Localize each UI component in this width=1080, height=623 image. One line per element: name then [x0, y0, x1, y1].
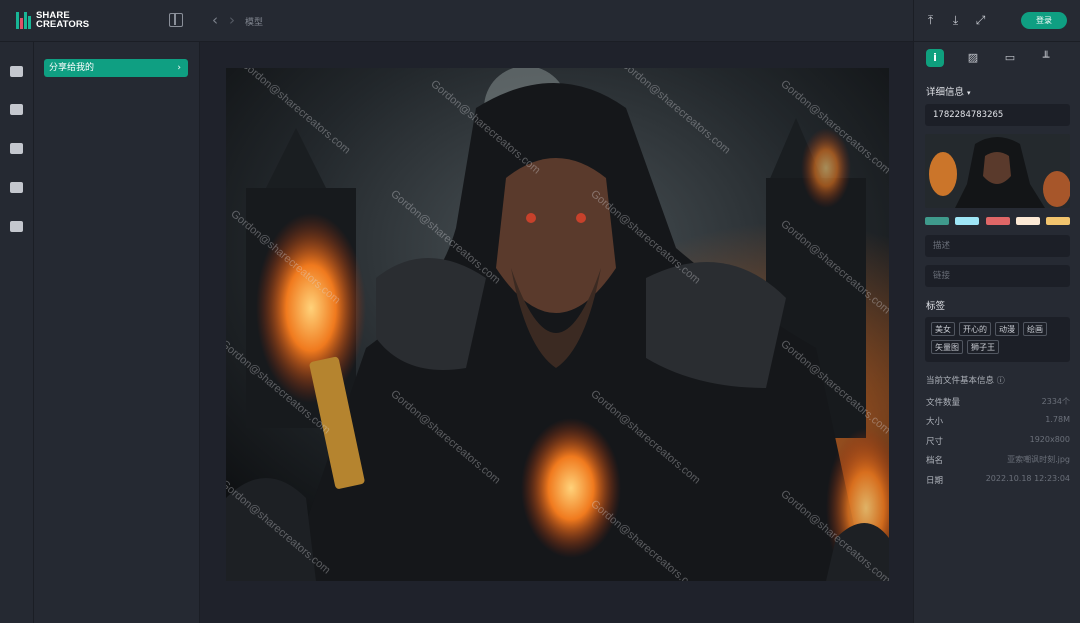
caret-down-icon: ▾	[967, 89, 971, 97]
file-info-row: 大小 1.78M	[926, 415, 1070, 427]
login-button[interactable]: 登录	[1021, 12, 1067, 29]
sidebar-toggle-icon[interactable]	[169, 13, 183, 27]
chevron-right-icon: ›	[177, 63, 181, 73]
info-circle-icon[interactable]: ⓘ	[997, 376, 1005, 385]
list-icon[interactable]	[10, 104, 23, 115]
color-swatch[interactable]	[1046, 217, 1070, 225]
media-icon[interactable]	[10, 182, 23, 193]
upload-icon[interactable]: ⤒	[924, 14, 937, 27]
panel-toolbar: ⤒ ⤓ ⤢ 登录	[914, 0, 1080, 42]
file-info-row: 日期 2022.10.18 12:23:04	[926, 474, 1070, 486]
sidebar: 分享给我的 ›	[34, 42, 200, 623]
main-viewer: Gordon@sharecreators.com Gordon@sharecre…	[200, 42, 913, 623]
plugin-icon[interactable]	[10, 221, 23, 232]
icon-rail	[0, 42, 34, 623]
color-swatch[interactable]	[985, 217, 1010, 225]
detail-panel: ⤒ ⤓ ⤢ 登录 i ▨ ▭ ╨ 详细信息 ▾ 1782284783265 描述…	[913, 0, 1080, 623]
forward-arrow-icon[interactable]: ›	[229, 12, 235, 28]
color-swatch[interactable]	[955, 217, 980, 225]
logo[interactable]: SHARE CREATORS	[16, 11, 89, 29]
tag[interactable]: 绘画	[1023, 322, 1047, 336]
description-field[interactable]: 描述	[925, 235, 1070, 257]
logo-mark-icon	[16, 11, 33, 29]
sidebar-item-label: 分享给我的	[49, 63, 95, 73]
toolbox-icon[interactable]	[10, 143, 23, 154]
detail-title[interactable]: 详细信息 ▾	[926, 84, 971, 98]
panel-tabs: i ▨ ▭ ╨	[914, 42, 1080, 72]
tag[interactable]: 狮子王	[967, 340, 999, 354]
artwork-image[interactable]: Gordon@sharecreators.com Gordon@sharecre…	[226, 68, 889, 581]
thumbnail-illustration	[925, 134, 1070, 208]
file-info-row: 文件数量 2334个	[926, 397, 1070, 408]
tag[interactable]: 动漫	[995, 322, 1019, 336]
color-swatch[interactable]	[925, 217, 949, 225]
back-arrow-icon[interactable]: ‹	[212, 12, 218, 28]
tag[interactable]: 开心的	[959, 322, 991, 336]
tab-archive-icon[interactable]: ▭	[1001, 49, 1019, 67]
file-info-row: 尺寸 1920x800	[926, 435, 1070, 447]
app-window: SHARE CREATORS ‹ › 模型 分享给我的 › Gordon@sha…	[0, 0, 1080, 623]
top-header: SHARE CREATORS ‹ › 模型	[0, 0, 913, 42]
tags-title: 标签	[926, 301, 946, 312]
id-field[interactable]: 1782284783265	[925, 104, 1070, 126]
tag[interactable]: 美女	[931, 322, 955, 336]
folder-icon[interactable]	[10, 66, 23, 77]
file-info-title: 当前文件基本信息 ⓘ	[926, 376, 1005, 386]
tab-image-icon[interactable]: ▨	[964, 49, 982, 67]
tag-list: 美女 开心的 动漫 绘画 矢量图 狮子王	[925, 317, 1070, 362]
color-swatch[interactable]	[1015, 217, 1040, 225]
thumbnail[interactable]	[925, 134, 1070, 208]
download-icon[interactable]: ⤓	[949, 14, 962, 27]
fullscreen-icon[interactable]: ⤢	[974, 14, 987, 27]
tag[interactable]: 矢量图	[931, 340, 963, 354]
logo-line2: CREATORS	[36, 19, 90, 30]
file-info-row: 档名 亚索嘲讽时刻.jpg	[926, 455, 1070, 466]
link-field[interactable]: 链接	[925, 265, 1070, 287]
tab-info-icon[interactable]: i	[926, 49, 944, 67]
color-palette	[925, 217, 1070, 225]
breadcrumb[interactable]: 模型	[245, 15, 263, 28]
sidebar-item-shared-with-me[interactable]: 分享给我的 ›	[44, 59, 188, 77]
tab-stats-icon[interactable]: ╨	[1037, 49, 1055, 67]
